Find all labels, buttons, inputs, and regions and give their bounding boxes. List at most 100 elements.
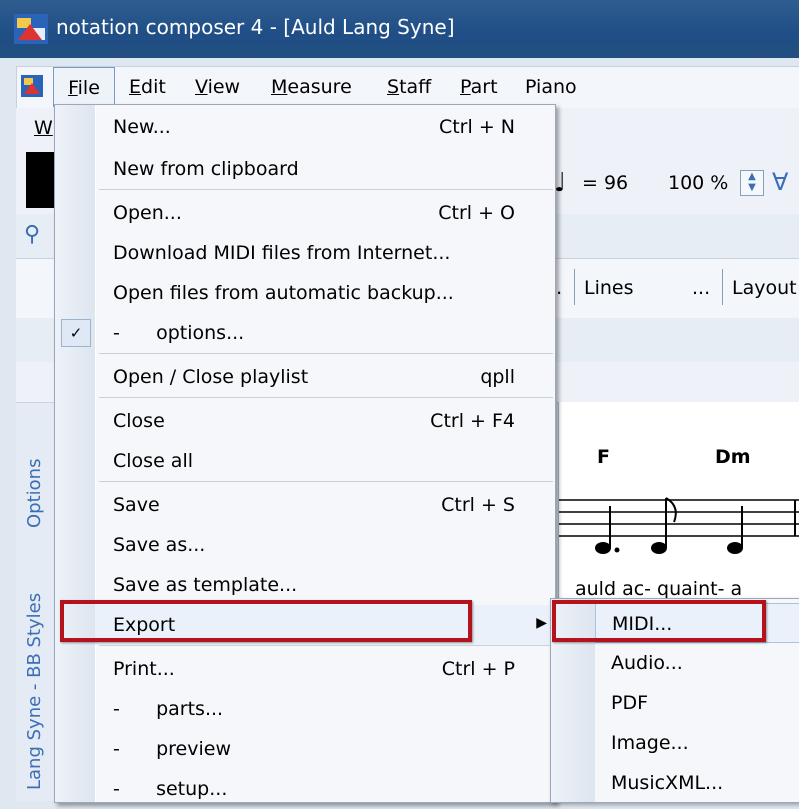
menu-item-save-as[interactable]: Save as... <box>95 525 553 565</box>
menu-item-label: New from clipboard <box>113 158 299 180</box>
menu-item-label: Save as template... <box>113 574 298 596</box>
menu-staff-label: taff <box>399 76 432 98</box>
menu-file[interactable]: File <box>53 67 115 107</box>
menu-item-new[interactable]: New... Ctrl + N <box>95 107 553 147</box>
menu-item-close[interactable]: Close Ctrl + F4 <box>95 401 553 441</box>
menu-item-download-midi[interactable]: Download MIDI files from Internet... <box>95 233 553 273</box>
tab-layout[interactable]: Layout <box>732 277 797 299</box>
menu-item-label: New... <box>113 116 171 138</box>
export-highlight-box <box>60 600 472 642</box>
spinner-down-icon[interactable]: ▼ <box>741 182 763 193</box>
menu-item-label: Save <box>113 494 160 516</box>
menu-item-shortcut: Ctrl + N <box>438 116 515 138</box>
app-icon <box>14 14 48 44</box>
menu-item-label: Open files from automatic backup... <box>113 282 454 304</box>
menu-item-label: Download MIDI files from Internet... <box>113 242 451 264</box>
tab-divider <box>722 269 723 305</box>
menu-item-shortcut: Ctrl + P <box>441 658 515 680</box>
tool-icon[interactable]: ∀ <box>772 168 788 196</box>
menu-edit-label: dit <box>141 76 166 98</box>
checkmark-icon: ✓ <box>61 319 91 347</box>
menu-separator <box>99 397 553 398</box>
menu-measure-label: easure <box>287 76 352 98</box>
menu-edit[interactable]: Edit <box>129 67 166 107</box>
menu-separator <box>99 481 553 482</box>
menu-item-label: Open... <box>113 202 182 224</box>
export-musicxml[interactable]: MusicXML... <box>595 763 799 803</box>
menu-item-backup-options[interactable]: - options... <box>95 313 553 353</box>
side-tabs: Lang Syne - BB Styles Options <box>22 410 52 801</box>
menu-item-save-as-template[interactable]: Save as template... <box>95 565 553 605</box>
menu-item-shortcut: Ctrl + O <box>438 202 515 224</box>
export-item-label: Audio... <box>611 652 683 674</box>
menu-item-new-from-clipboard[interactable]: New from clipboard <box>95 149 553 189</box>
side-tab-styles[interactable]: Lang Syne - BB Styles <box>24 593 45 790</box>
menu-item-label: Save as... <box>113 534 206 556</box>
export-item-label: Image... <box>611 732 689 754</box>
menu-item-label: - setup... <box>113 778 228 800</box>
menu-item-print[interactable]: Print... Ctrl + P <box>95 649 553 689</box>
menu-item-save[interactable]: Save Ctrl + S <box>95 485 553 525</box>
menu-view[interactable]: View <box>195 67 240 107</box>
menu-separator <box>99 353 553 354</box>
tab-lines[interactable]: Lines <box>584 277 634 299</box>
menu-item-playlist[interactable]: Open / Close playlist qpll <box>95 357 553 397</box>
menu-staff[interactable]: Staff <box>387 67 431 107</box>
menu-item-label: Open / Close playlist <box>113 366 309 388</box>
menu-item-close-all[interactable]: Close all <box>95 441 553 481</box>
menu-item-shortcut: Ctrl + F4 <box>430 410 515 432</box>
tab-divider <box>574 269 575 305</box>
window-menu-label[interactable]: W <box>34 117 53 139</box>
menu-file-label: ile <box>77 77 100 99</box>
tab-dots: ... <box>692 277 711 299</box>
submenu-arrow-icon: ▶ <box>536 615 547 631</box>
menu-part-mnemonic: P <box>460 76 471 98</box>
midi-highlight-box <box>552 600 766 642</box>
menu-item-label: Close all <box>113 450 193 472</box>
menu-item-print-preview[interactable]: - preview <box>95 729 553 769</box>
export-pdf[interactable]: PDF <box>595 683 799 723</box>
menu-view-mnemonic: V <box>195 76 208 98</box>
export-item-label: PDF <box>611 692 649 714</box>
menu-part-label: art <box>470 76 498 98</box>
export-image[interactable]: Image... <box>595 723 799 763</box>
window-title: notation composer 4 - [Auld Lang Syne] <box>56 15 455 39</box>
zoom-spinner[interactable]: ▲ ▼ <box>740 170 764 196</box>
menu-item-label: Close <box>113 410 165 432</box>
menu-separator <box>99 645 553 646</box>
spinner-up-icon[interactable]: ▲ <box>741 171 763 182</box>
menu-item-shortcut: qpll <box>480 366 515 388</box>
document-icon[interactable] <box>21 75 43 97</box>
chord-symbol: F <box>597 446 610 468</box>
menu-item-open[interactable]: Open... Ctrl + O <box>95 193 553 233</box>
menu-separator <box>99 189 553 190</box>
menu-part[interactable]: Part <box>460 67 498 107</box>
menu-measure-mnemonic: M <box>271 76 288 98</box>
export-audio[interactable]: Audio... <box>595 643 799 683</box>
menu-file-mnemonic: F <box>68 77 78 99</box>
search-icon[interactable]: ⚲ <box>24 222 40 247</box>
lyrics-line: auld ac- quaint- a <box>575 578 743 600</box>
menu-item-label: - options... <box>113 322 245 344</box>
file-menu: New... Ctrl + N New from clipboard Open.… <box>54 104 556 803</box>
menu-staff-mnemonic: S <box>387 76 400 98</box>
tempo-value: = 96 <box>582 172 629 194</box>
menu-item-label: - parts... <box>113 698 224 720</box>
menu-item-label: Print... <box>113 658 175 680</box>
menu-measure[interactable]: Measure <box>271 67 352 107</box>
side-tab-options[interactable]: Options <box>24 459 45 528</box>
menu-item-print-setup[interactable]: - setup... <box>95 769 553 809</box>
menu-view-label: iew <box>207 76 241 98</box>
menu-item-print-parts[interactable]: - parts... <box>95 689 553 729</box>
export-item-label: MusicXML... <box>611 772 724 794</box>
title-bar: notation composer 4 - [Auld Lang Syne] <box>0 0 799 58</box>
menu-edit-mnemonic: E <box>129 76 142 98</box>
menu-icon-gutter <box>55 105 96 802</box>
menu-item-open-backup[interactable]: Open files from automatic backup... <box>95 273 553 313</box>
menu-item-shortcut: Ctrl + S <box>441 494 515 516</box>
menu-item-label: - preview <box>113 738 231 760</box>
part-select-value[interactable]: Piano <box>525 67 577 107</box>
color-swatch[interactable] <box>26 152 54 208</box>
chord-symbol: Dm <box>715 446 751 468</box>
zoom-value: 100 % <box>668 172 729 194</box>
